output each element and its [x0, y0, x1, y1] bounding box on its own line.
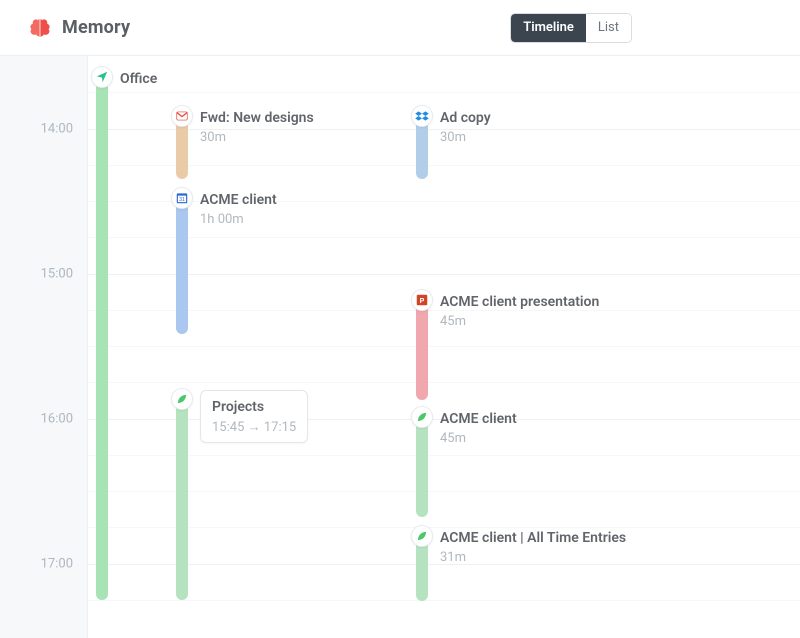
event-bar — [416, 527, 428, 601]
event-acme-client[interactable]: ACME client 1h 00m — [176, 189, 277, 334]
event-duration: 45m — [440, 314, 599, 329]
event-duration: 30m — [440, 130, 491, 145]
event-info: Projects 15:45 → 17:15 — [200, 390, 308, 443]
event-title: Office — [120, 70, 157, 88]
event-title: Ad copy — [440, 109, 491, 127]
view-toggle-timeline[interactable]: Timeline — [511, 14, 586, 42]
view-toggle: Timeline List — [510, 13, 632, 43]
dropbox-icon — [411, 105, 433, 127]
event-acme-pres[interactable]: ACME client presentation 45m — [416, 291, 599, 400]
ppt-icon — [411, 289, 433, 311]
events-layer: Office Fwd: New designs 30m Ad copy 30m ACME … — [88, 56, 800, 638]
event-info: ACME client | All Time Entries 31m — [440, 527, 626, 565]
event-ad-copy[interactable]: Ad copy 30m — [416, 107, 491, 180]
leaf-icon — [411, 406, 433, 428]
hour-label: 14:00 — [41, 121, 73, 136]
event-info: Fwd: New designs 30m — [200, 107, 314, 145]
event-duration: 1h 00m — [200, 212, 277, 227]
view-toggle-list[interactable]: List — [586, 14, 631, 42]
timeline-body: 14:00 15:00 16:00 17:00 Office Fwd: New desi… — [0, 56, 800, 638]
event-acme-client-2[interactable]: ACME client 45m — [416, 408, 517, 517]
gcal-icon — [171, 187, 193, 209]
leaf-icon — [411, 525, 433, 547]
event-title: ACME client — [440, 410, 517, 428]
event-duration: 45m — [440, 431, 517, 446]
event-info: Ad copy 30m — [440, 107, 491, 145]
event-info: Office — [120, 68, 157, 88]
hour-label: 17:00 — [41, 556, 73, 571]
event-title: Projects — [212, 398, 296, 416]
event-info: ACME client 1h 00m — [200, 189, 277, 227]
event-duration: 31m — [440, 550, 626, 565]
hour-gutter: 14:00 15:00 16:00 17:00 — [0, 56, 88, 638]
event-title: ACME client — [200, 191, 277, 209]
hour-label: 15:00 — [41, 266, 73, 281]
event-bar — [176, 390, 188, 600]
event-bar — [416, 291, 428, 400]
navigation-icon — [91, 66, 113, 88]
event-projects[interactable]: Projects 15:45 → 17:15 — [176, 390, 308, 600]
event-time-range: 15:45 → 17:15 — [212, 419, 296, 435]
event-bar — [176, 107, 188, 180]
brand-name: Memory — [62, 17, 130, 38]
event-bar — [176, 189, 188, 334]
event-info: ACME client presentation 45m — [440, 291, 599, 329]
hour-label: 16:00 — [41, 411, 73, 426]
event-title: Fwd: New designs — [200, 109, 314, 127]
leaf-icon — [171, 388, 193, 410]
app-header: Memory Timeline List — [0, 0, 800, 56]
gmail-icon — [171, 105, 193, 127]
brain-icon — [28, 16, 52, 40]
event-bar — [416, 107, 428, 180]
timeline-canvas[interactable]: Office Fwd: New designs 30m Ad copy 30m ACME … — [88, 56, 800, 638]
event-fwd-designs[interactable]: Fwd: New designs 30m — [176, 107, 314, 180]
event-acme-all-entries[interactable]: ACME client | All Time Entries 31m — [416, 527, 626, 601]
event-duration: 30m — [200, 130, 314, 145]
event-office[interactable]: Office — [96, 68, 157, 600]
event-bar — [416, 408, 428, 517]
brand: Memory — [28, 16, 130, 40]
event-info: ACME client 45m — [440, 408, 517, 446]
event-title: ACME client presentation — [440, 293, 599, 311]
event-title: ACME client | All Time Entries — [440, 529, 626, 547]
event-bar — [96, 68, 108, 600]
